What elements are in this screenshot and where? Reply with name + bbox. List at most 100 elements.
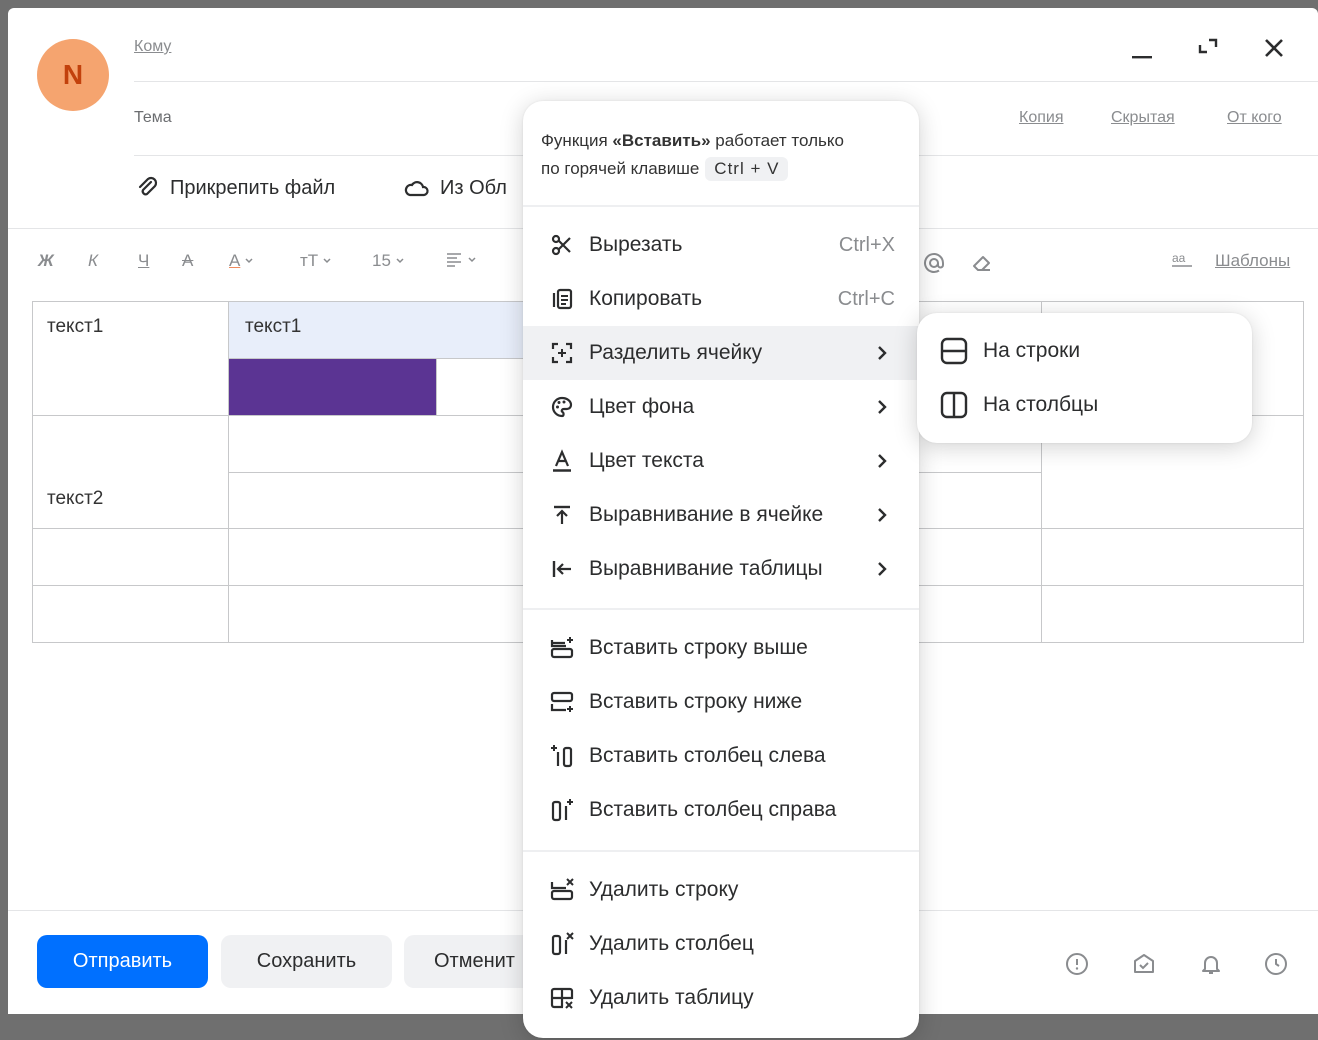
menu-item-text-color[interactable]: Цвет текста — [523, 434, 919, 488]
table-cell[interactable] — [1041, 585, 1304, 643]
expand-icon — [1198, 38, 1218, 54]
chevron-right-icon — [878, 562, 887, 576]
menu-item-table-align[interactable]: Выравнивание таблицы — [523, 542, 919, 596]
delete-col-icon — [549, 931, 575, 957]
delete-row-icon — [549, 877, 575, 903]
expand-button[interactable] — [1192, 32, 1224, 64]
menu-item-bg-color[interactable]: Цвет фона — [523, 380, 919, 434]
table-cell[interactable]: текст2 — [32, 415, 229, 529]
submenu-item-split-rows[interactable]: На строки — [917, 324, 1252, 378]
menu-item-label: Удалить столбец — [589, 932, 754, 955]
eraser-icon — [973, 256, 990, 271]
menu-item-insert-col-right[interactable]: Вставить столбец справа — [523, 783, 919, 837]
context-menu: Функция «Вставить» работает только по го… — [523, 101, 919, 1038]
font-size-style-button[interactable]: тT — [300, 251, 332, 271]
copy-icon — [549, 286, 575, 312]
menu-item-delete-col[interactable]: Удалить столбец — [523, 917, 919, 971]
chevron-right-icon — [878, 508, 887, 522]
menu-item-label: Выравнивание в ячейке — [589, 503, 824, 526]
chevron-down-icon — [245, 258, 253, 264]
align-top-icon — [549, 502, 575, 528]
minimize-button[interactable] — [1126, 32, 1158, 64]
table-cell[interactable]: текст1 — [32, 301, 229, 416]
signature-button[interactable]: aa — [1171, 251, 1193, 269]
palette-icon — [549, 394, 575, 420]
receipt-check-icon — [1134, 954, 1154, 973]
signature-icon: aa — [1172, 251, 1192, 267]
hint-text: Функция — [541, 131, 613, 150]
hint-text: работает только — [710, 131, 844, 150]
insert-row-above-icon — [549, 635, 575, 661]
divider — [134, 81, 1318, 82]
chevron-right-icon — [878, 346, 887, 360]
split-rows-icon — [939, 336, 969, 366]
shortcut-label: Ctrl+C — [837, 287, 895, 310]
font-size-select[interactable]: 15 — [372, 251, 405, 271]
text-color-icon — [549, 448, 575, 474]
save-button[interactable]: Сохранить — [221, 935, 392, 988]
align-left-icon — [447, 253, 461, 267]
bell-icon — [1202, 956, 1220, 974]
importance-button[interactable] — [1064, 951, 1090, 977]
from-cloud-button[interactable]: Из Обл — [404, 176, 507, 200]
menu-item-cut[interactable]: Вырезать Ctrl+X — [523, 218, 919, 272]
menu-item-label: Удалить таблицу — [589, 986, 754, 1009]
font-color-button[interactable]: А — [229, 251, 254, 271]
table-cell-purple[interactable] — [228, 358, 437, 416]
menu-separator — [523, 205, 919, 207]
minimize-icon — [1132, 56, 1152, 59]
cloud-icon — [404, 181, 429, 197]
svg-text:aa: aa — [1172, 251, 1186, 265]
hint-text: по горячей клавише — [541, 159, 700, 178]
copy-link[interactable]: Копия — [1019, 109, 1063, 127]
align-select[interactable] — [445, 251, 477, 269]
table-cell[interactable] — [32, 528, 229, 586]
subject-label: Тема — [134, 109, 172, 126]
menu-item-insert-row-below[interactable]: Вставить строку ниже — [523, 675, 919, 729]
to-link[interactable]: Кому — [134, 38, 171, 56]
strike-button[interactable]: А — [182, 251, 193, 271]
menu-item-insert-col-left[interactable]: Вставить столбец слева — [523, 729, 919, 783]
menu-item-label: Цвет текста — [589, 449, 704, 472]
menu-item-insert-row-above[interactable]: Вставить строку выше — [523, 621, 919, 675]
avatar[interactable]: N — [37, 39, 109, 111]
table-cell[interactable] — [32, 585, 229, 643]
submenu-item-split-cols[interactable]: На столбцы — [917, 378, 1252, 432]
menu-item-label: Вставить строку выше — [589, 636, 808, 659]
split-cell-icon — [549, 340, 575, 366]
menu-item-delete-table[interactable]: Удалить таблицу — [523, 971, 919, 1025]
split-cell-submenu: На строки На столбцы — [917, 313, 1252, 443]
reminder-button[interactable] — [1198, 951, 1224, 977]
receipt-button[interactable] — [1131, 951, 1157, 977]
table-cell[interactable] — [1041, 528, 1304, 586]
menu-item-label: Удалить строку — [589, 878, 739, 901]
send-button[interactable]: Отправить — [37, 935, 208, 988]
attach-file-label: Прикрепить файл — [170, 176, 336, 199]
menu-item-cell-align[interactable]: Выравнивание в ячейке — [523, 488, 919, 542]
attach-file-button[interactable]: Прикрепить файл — [136, 176, 335, 200]
italic-button[interactable]: К — [88, 251, 98, 271]
close-button[interactable] — [1258, 32, 1290, 64]
menu-item-copy[interactable]: Копировать Ctrl+C — [523, 272, 919, 326]
paperclip-icon — [138, 176, 158, 196]
mention-button[interactable] — [922, 251, 946, 275]
clear-format-button[interactable] — [970, 251, 994, 275]
hidden-copy-link[interactable]: Скрытая — [1111, 109, 1175, 127]
submenu-item-label: На столбцы — [983, 393, 1099, 416]
cancel-label: Отменит — [434, 950, 515, 972]
schedule-button[interactable] — [1263, 951, 1289, 977]
chevron-down-icon — [396, 258, 404, 264]
menu-item-split-cell[interactable]: Разделить ячейку — [523, 326, 919, 380]
menu-item-delete-row[interactable]: Удалить строку — [523, 863, 919, 917]
bold-button[interactable]: Ж — [38, 251, 54, 271]
send-label: Отправить — [72, 950, 173, 972]
underline-button[interactable]: Ч — [138, 251, 149, 271]
clock-icon — [1265, 953, 1287, 975]
insert-row-below-icon — [549, 689, 575, 715]
menu-item-label: Копировать — [589, 287, 703, 310]
cell-text: текст1 — [47, 316, 104, 337]
from-cloud-label: Из Обл — [440, 176, 507, 199]
shortcut-label: Ctrl+X — [838, 233, 895, 256]
from-link[interactable]: От кого — [1227, 109, 1282, 127]
templates-link[interactable]: Шаблоны — [1215, 251, 1290, 271]
